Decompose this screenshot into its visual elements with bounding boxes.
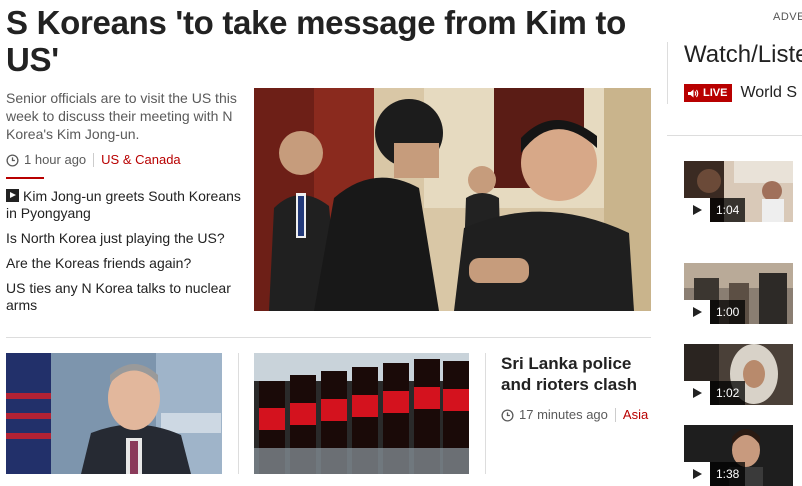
video-duration: 1:02 (710, 381, 746, 405)
advert-label: ADVE (773, 11, 802, 23)
related-divider (6, 177, 44, 179)
sidebar-divider (667, 135, 802, 136)
meta-divider (93, 153, 95, 167)
clock-icon (501, 408, 514, 422)
play-icon (684, 462, 710, 486)
watch-listen-heading[interactable]: Watch/Liste (684, 41, 802, 69)
live-badge-label: LIVE (703, 87, 728, 99)
lead-timestamp: 1 hour ago (24, 152, 87, 167)
meta-divider (614, 408, 616, 422)
video-thumbnail[interactable]: 1:00 (684, 263, 793, 324)
live-stream-link[interactable]: LIVE World S (684, 84, 797, 102)
related-link[interactable]: Is North Korea just playing the US? (6, 230, 246, 247)
lead-photo (254, 88, 651, 311)
story-image-coca-cola[interactable] (254, 353, 469, 474)
video-play-icon (6, 189, 19, 202)
lead-section-link[interactable]: US & Canada (101, 152, 181, 168)
story-headline[interactable]: Sri Lanka police and rioters clash (501, 353, 651, 395)
bottles-photo (254, 353, 469, 474)
story-section-link[interactable]: Asia (623, 407, 648, 423)
story-meta: 17 minutes ago Asia (501, 407, 648, 423)
related-link-label: Kim Jong-un greets South Koreans in Pyon… (6, 188, 241, 221)
related-link-video[interactable]: Kim Jong-un greets South Koreans in Pyon… (6, 188, 246, 222)
lead-meta: 1 hour ago US & Canada (6, 152, 181, 168)
column-divider (485, 353, 486, 474)
lead-image[interactable] (254, 88, 651, 311)
lead-headline[interactable]: S Koreans 'to take message from Kim to U… (6, 4, 646, 78)
video-duration: 1:04 (710, 198, 746, 222)
related-link[interactable]: Are the Koreas friends again? (6, 255, 246, 272)
play-icon (684, 300, 710, 324)
video-thumbnail[interactable]: 1:04 (684, 161, 793, 222)
section-divider (6, 337, 651, 338)
play-icon (684, 381, 710, 405)
live-stream-title: World S (740, 84, 798, 101)
live-badge: LIVE (684, 84, 733, 102)
lead-summary: Senior officials are to visit the US thi… (6, 90, 237, 142)
play-icon (684, 198, 710, 222)
column-divider (238, 353, 239, 474)
related-link[interactable]: US ties any N Korea talks to nuclear arm… (6, 280, 246, 314)
story-timestamp: 17 minutes ago (519, 407, 608, 422)
video-duration: 1:00 (710, 300, 746, 324)
speaker-icon (688, 89, 699, 97)
video-duration: 1:38 (710, 462, 746, 486)
press-photo (6, 353, 222, 474)
sidebar-divider (667, 42, 668, 104)
video-thumbnail[interactable]: 1:38 (684, 425, 793, 486)
video-thumbnail[interactable]: 1:02 (684, 344, 793, 405)
story-image-press-briefing[interactable] (6, 353, 222, 474)
clock-icon (6, 153, 19, 167)
